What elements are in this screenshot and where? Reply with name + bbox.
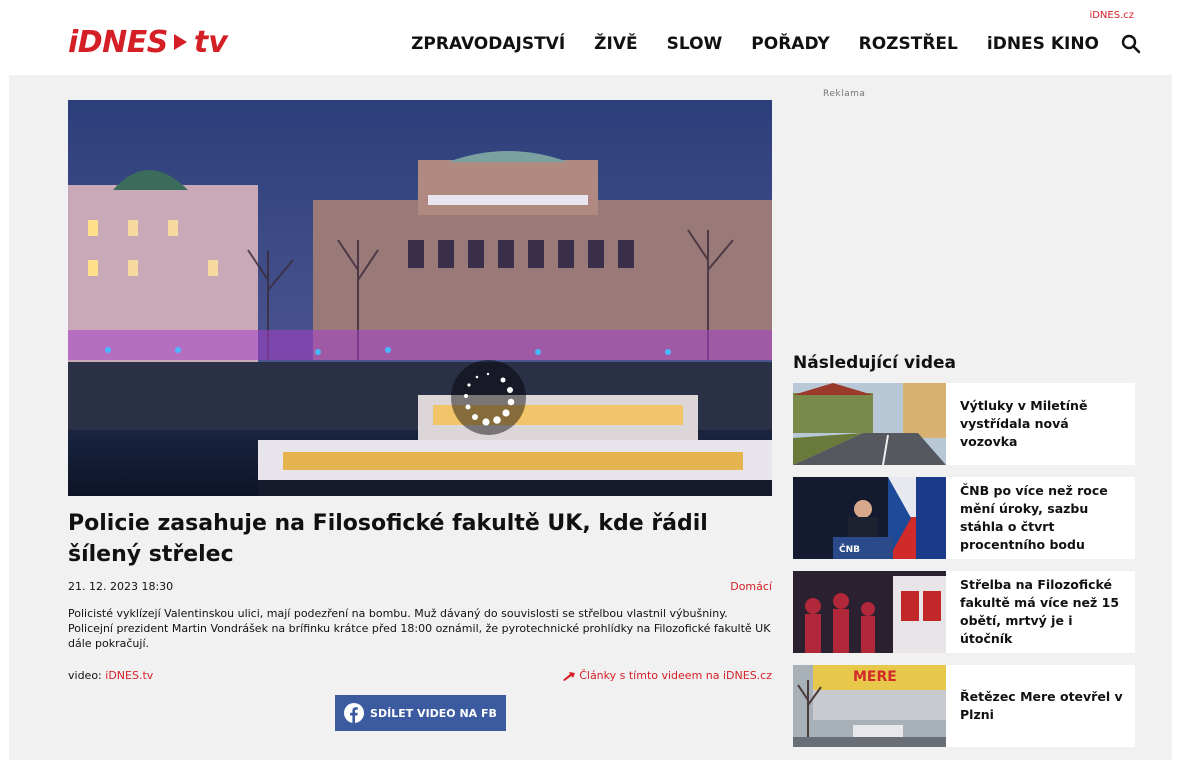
thumb-mere-text: MERE [853, 669, 897, 685]
video-thumbnail [793, 571, 946, 653]
next-video-card[interactable]: Výtluky v Miletíně vystřídala nová vozov… [793, 383, 1135, 465]
site-header: iDNES.cz iDNES tv ZPRAVODAJSTVÍ ŽIVĚ SLO… [0, 0, 1181, 75]
video-source: video: iDNES.tv [68, 669, 153, 682]
related-articles-link[interactable]: Články s tímto videem na iDNES.cz [563, 669, 772, 682]
logo-brand: iDNES [68, 24, 168, 60]
nav-item-rozstrel[interactable]: ROZSTŘEL [859, 34, 958, 54]
nav-item-porady[interactable]: POŘADY [751, 34, 829, 54]
play-icon [173, 34, 187, 50]
ad-label: Reklama [823, 89, 866, 99]
next-videos-heading: Následující videa [793, 353, 957, 373]
arrow-icon [563, 671, 576, 681]
article-date: 21. 12. 2023 18:30 [68, 580, 174, 593]
video-frame-image [68, 100, 772, 496]
related-articles-label: Články s tímto videem na iDNES.cz [579, 669, 772, 682]
category-link[interactable]: Domácí [730, 580, 772, 593]
next-video-card[interactable]: Střelba na Filozofické fakultě má více n… [793, 571, 1135, 653]
nav-item-zive[interactable]: ŽIVĚ [594, 34, 637, 54]
next-video-title: Střelba na Filozofické fakultě má více n… [960, 577, 1120, 646]
nav-item-idnes-kino[interactable]: iDNES KINO [987, 34, 1099, 54]
video-source-label: video: [68, 669, 102, 682]
share-fb-label: SDÍLET VIDEO NA FB [370, 706, 497, 720]
search-icon[interactable] [1121, 34, 1141, 54]
nav-item-slow[interactable]: SLOW [667, 34, 723, 54]
article-perex: Policisté vyklízejí Valentinskou ulici, … [68, 607, 771, 650]
share-fb-button[interactable]: SDÍLET VIDEO NA FB [335, 695, 506, 731]
logo-suffix: tv [193, 24, 228, 60]
loading-dots-icon [464, 372, 515, 426]
next-video-card[interactable]: MERE Řetězec Mere otevřel v Plzni [793, 665, 1135, 747]
next-video-card[interactable]: ČNB ČNB po více než roce mění úroky, saz… [793, 477, 1135, 559]
article-title: Policie zasahuje na Filosofické fakultě … [68, 511, 708, 567]
thumb-cnb-text: ČNB [839, 543, 860, 555]
next-video-title: ČNB po více než roce mění úroky, sazbu s… [960, 483, 1108, 552]
idnes-cz-link[interactable]: iDNES.cz [1089, 10, 1134, 21]
video-source-link[interactable]: iDNES.tv [105, 669, 153, 682]
nav-item-zpravodajstvi[interactable]: ZPRAVODAJSTVÍ [411, 34, 565, 54]
video-thumbnail: MERE [793, 665, 946, 747]
video-thumbnail: ČNB [793, 477, 946, 559]
video-thumbnail [793, 383, 946, 465]
next-video-title: Výtluky v Miletíně vystřídala nová vozov… [960, 398, 1088, 449]
main-nav: ZPRAVODAJSTVÍ ŽIVĚ SLOW POŘADY ROZSTŘEL … [382, 34, 1141, 54]
next-video-title: Řetězec Mere otevřel v Plzni [960, 689, 1123, 722]
video-player[interactable] [68, 100, 772, 496]
idnes-tv-logo[interactable]: iDNES tv [68, 24, 228, 60]
facebook-icon [344, 703, 365, 723]
